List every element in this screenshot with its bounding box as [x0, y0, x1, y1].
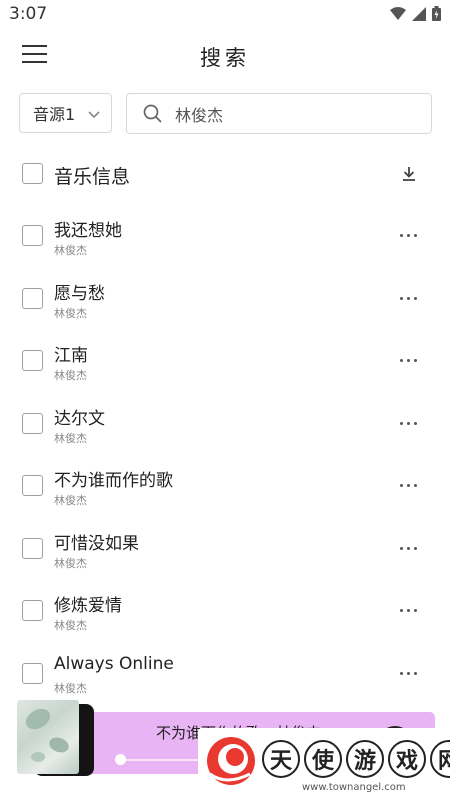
- more-icon[interactable]: [396, 290, 422, 306]
- watermark-char: 天: [262, 740, 300, 778]
- wifi-icon: [390, 6, 406, 21]
- download-icon[interactable]: [399, 164, 419, 184]
- search-input[interactable]: [173, 100, 417, 128]
- song-artist: 林俊杰: [54, 244, 87, 257]
- signal-icon: [412, 6, 426, 21]
- source-select[interactable]: 音源1: [19, 93, 112, 133]
- search-box[interactable]: [126, 93, 432, 134]
- song-row[interactable]: 江南 林俊杰: [0, 335, 450, 398]
- more-icon[interactable]: [396, 602, 422, 618]
- progress-thumb[interactable]: [115, 754, 126, 765]
- song-title: 不为谁而作的歌: [54, 471, 173, 491]
- more-icon[interactable]: [396, 665, 422, 681]
- song-title: Always Online: [54, 653, 174, 674]
- song-checkbox[interactable]: [22, 475, 43, 496]
- song-title: 可惜没如果: [54, 533, 139, 554]
- status-icons: [390, 6, 441, 21]
- watermark: 天 使 游 戏 网 www.townangel.com: [198, 728, 450, 800]
- song-row[interactable]: 可惜没如果 林俊杰: [0, 523, 450, 586]
- song-row[interactable]: 达尔文 林俊杰: [0, 398, 450, 461]
- page-title: 搜索: [200, 46, 250, 70]
- more-icon[interactable]: [396, 352, 422, 368]
- search-icon: [143, 104, 163, 128]
- song-artist: 林俊杰: [54, 681, 87, 695]
- song-checkbox[interactable]: [22, 287, 43, 309]
- song-row[interactable]: 不为谁而作的歌 林俊杰: [0, 460, 450, 523]
- song-row[interactable]: 我还想她 林俊杰: [0, 210, 450, 273]
- more-icon[interactable]: [396, 415, 422, 431]
- more-icon[interactable]: [396, 540, 422, 556]
- song-checkbox[interactable]: [22, 350, 43, 371]
- app-bar: 搜索: [0, 30, 450, 82]
- more-icon[interactable]: [396, 477, 422, 493]
- song-title: 我还想她: [54, 221, 122, 241]
- select-all-checkbox[interactable]: [22, 163, 43, 184]
- source-select-value: 音源1: [33, 105, 76, 124]
- song-artist: 林俊杰: [54, 306, 87, 320]
- song-row[interactable]: 愿与愁 林俊杰: [0, 273, 450, 336]
- song-artist: 林俊杰: [54, 619, 87, 632]
- watermark-char: 网: [430, 740, 450, 778]
- song-checkbox[interactable]: [22, 225, 43, 246]
- song-title: 修炼爱情: [54, 596, 122, 616]
- watermark-url: www.townangel.com: [302, 782, 406, 793]
- album-art[interactable]: [17, 700, 79, 774]
- song-row[interactable]: 修炼爱情 林俊杰: [0, 585, 450, 648]
- song-artist: 林俊杰: [54, 556, 87, 570]
- song-checkbox[interactable]: [22, 600, 43, 621]
- watermark-char: 戏: [388, 740, 426, 778]
- song-artist: 林俊杰: [54, 431, 87, 445]
- song-checkbox[interactable]: [22, 537, 43, 559]
- status-bar: 3:07: [0, 0, 450, 30]
- battery-icon: [432, 6, 441, 21]
- chevron-down-icon: [87, 106, 101, 125]
- song-artist: 林俊杰: [54, 369, 87, 382]
- watermark-char: 游: [346, 740, 384, 778]
- song-title: 达尔文: [54, 408, 105, 429]
- song-title: 愿与愁: [54, 283, 105, 304]
- watermark-char: 使: [304, 740, 342, 778]
- watermark-logo-icon: [204, 734, 258, 792]
- song-artist: 林俊杰: [54, 494, 87, 507]
- song-title: 江南: [54, 346, 88, 366]
- list-header: 音乐信息: [0, 150, 450, 198]
- list-header-title: 音乐信息: [54, 166, 131, 188]
- song-checkbox[interactable]: [22, 412, 43, 434]
- song-list: 我还想她 林俊杰 愿与愁 林俊杰 江南 林俊杰 达尔文 林俊杰 不为谁而作的歌 …: [0, 210, 450, 710]
- song-checkbox[interactable]: [22, 662, 43, 684]
- status-time: 3:07: [9, 4, 48, 24]
- more-icon[interactable]: [396, 227, 422, 243]
